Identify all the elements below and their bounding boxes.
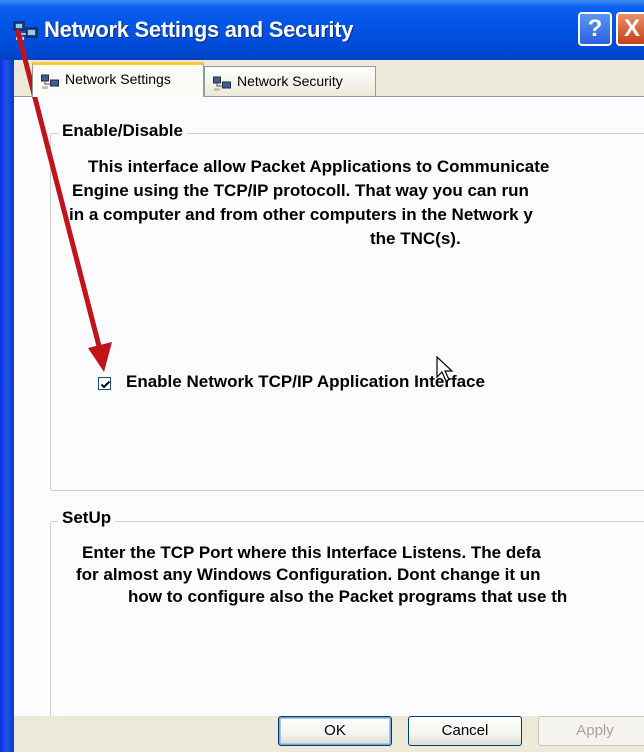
description-line: Engine using the TCP/IP protocoll. That … (72, 181, 529, 200)
window-title: Network Settings and Security (44, 17, 354, 42)
tab-network-security[interactable]: Network Security (204, 66, 376, 96)
network-icon (41, 71, 59, 89)
ok-button[interactable]: OK (278, 716, 392, 746)
description-line: Enter the TCP Port where this Interface … (82, 543, 541, 562)
checkmark-icon (100, 380, 111, 389)
button-bar: OK Cancel Apply (14, 716, 644, 752)
description-line: in a computer and from other computers i… (69, 205, 533, 224)
group-legend: Enable/Disable (58, 121, 187, 141)
cancel-button[interactable]: Cancel (408, 716, 522, 746)
tab-label: Network Security (237, 73, 343, 89)
enable-description: This interface allow Packet Applications… (14, 155, 644, 265)
window-left-frame (0, 0, 14, 752)
tab-strip: Network Settings Network Security (14, 60, 644, 97)
apply-button[interactable]: Apply (538, 716, 644, 746)
enable-network-label[interactable]: Enable Network TCP/IP Application Interf… (126, 372, 485, 392)
tab-network-settings[interactable]: Network Settings (32, 62, 204, 97)
help-button[interactable]: ? (578, 12, 612, 46)
group-legend: SetUp (58, 508, 116, 528)
description-line: the TNC(s). (370, 229, 461, 248)
setup-description: Enter the TCP Port where this Interface … (14, 541, 644, 621)
description-line: for almost any Windows Configuration. Do… (76, 565, 541, 584)
description-line: This interface allow Packet Applications… (88, 157, 550, 176)
network-icon (13, 20, 39, 42)
dialog-window: Network Settings and Security ? X Networ… (0, 0, 644, 752)
close-button[interactable]: X (616, 12, 644, 46)
mouse-cursor-icon (436, 356, 454, 382)
enable-network-checkbox[interactable] (98, 377, 111, 390)
tab-panel: Enable/Disable This interface allow Pack… (14, 96, 644, 731)
tab-label: Network Settings (65, 71, 171, 87)
network-icon (213, 73, 231, 91)
description-line: how to configure also the Packet program… (128, 587, 568, 606)
title-bar[interactable]: Network Settings and Security ? X (0, 0, 644, 60)
